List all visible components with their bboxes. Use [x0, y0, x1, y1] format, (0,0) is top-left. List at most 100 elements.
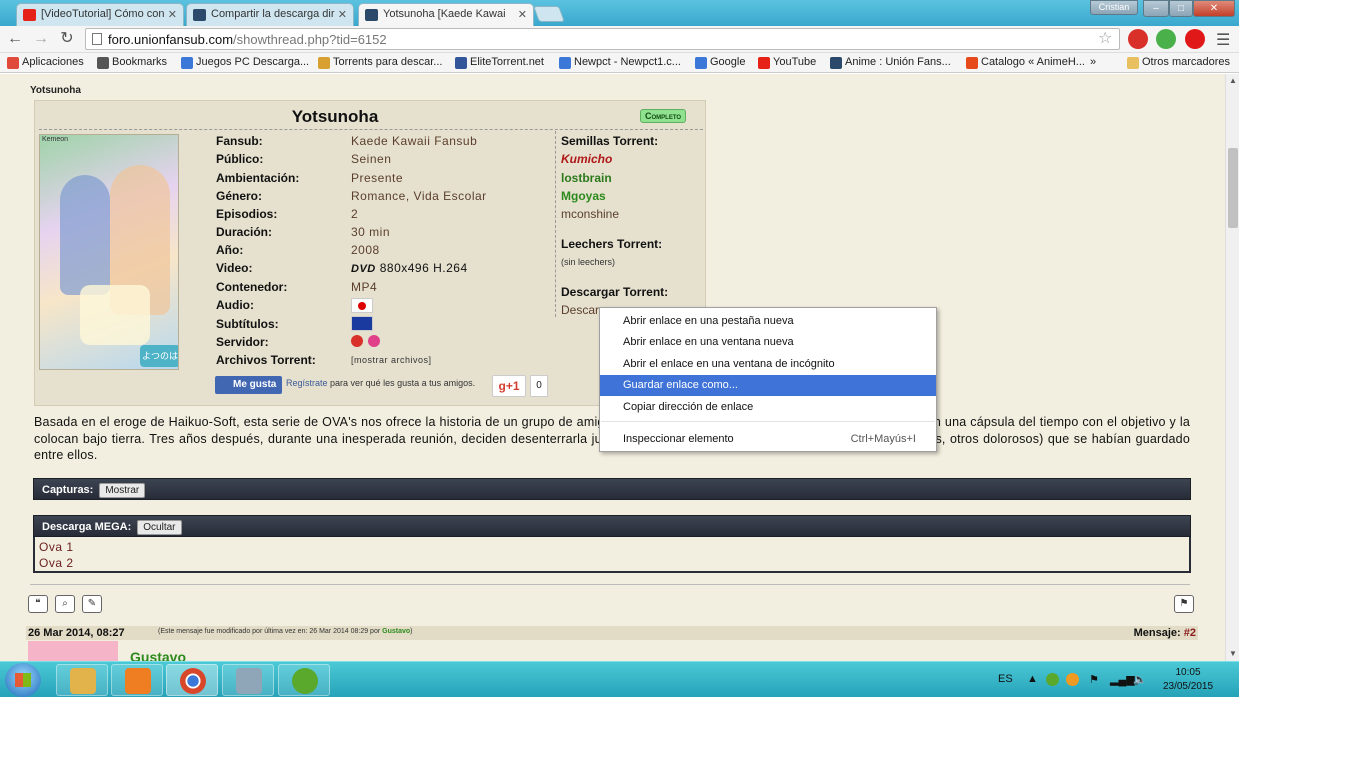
volume-icon[interactable]: 🔈: [1133, 673, 1147, 686]
bookmarks-overflow-button[interactable]: »: [1090, 56, 1096, 68]
show-files-link[interactable]: [mostrar archivos]: [351, 355, 432, 365]
post-username[interactable]: Gustavo: [130, 649, 186, 661]
taskbar-media-player[interactable]: [111, 664, 163, 696]
mega-link-ova1[interactable]: Ova 1: [39, 539, 1185, 555]
bookmark-label: Newpct - Newpct1.c...: [574, 56, 681, 68]
scrollbar-thumb[interactable]: [1228, 148, 1238, 228]
tab-compartir[interactable]: Compartir la descarga dir ✕: [186, 3, 354, 26]
field-fansub-label: Fansub:: [216, 134, 263, 148]
seeder-user[interactable]: Mgoyas: [561, 189, 606, 203]
close-tab-icon[interactable]: ✕: [338, 8, 347, 21]
back-arrow-icon[interactable]: ←: [6, 30, 24, 48]
field-fansub-value[interactable]: Kaede Kawaii Fansub: [351, 134, 477, 148]
tab-yotsunoha[interactable]: Yotsunoha [Kaede Kawai ✕: [358, 3, 534, 26]
seeder-user[interactable]: Kumicho: [561, 152, 612, 166]
bookmark-label: Anime : Unión Fans...: [845, 56, 951, 68]
reload-icon[interactable]: ↻: [58, 30, 76, 48]
action-center-icon[interactable]: ⚑: [1089, 673, 1099, 686]
download-torrent-link[interactable]: Descar: [561, 303, 599, 317]
scroll-down-arrow-icon[interactable]: ▼: [1229, 649, 1237, 658]
bookmark-label: Otros marcadores: [1142, 56, 1231, 68]
bookmark-bookmarks[interactable]: Bookmarks: [97, 56, 167, 69]
seeder-user[interactable]: mconshine: [561, 207, 619, 221]
close-window-button[interactable]: ✕: [1193, 0, 1235, 17]
status-badge: Completo: [640, 109, 687, 123]
search-icon[interactable]: ⌕: [55, 595, 75, 613]
mega-server-icon[interactable]: [351, 335, 363, 347]
hide-mega-button[interactable]: Ocultar: [137, 520, 182, 535]
bookmark-newpct[interactable]: Newpct - Newpct1.c...: [559, 56, 681, 69]
ctx-open-incognito[interactable]: Abrir el enlace en una ventana de incógn…: [600, 354, 936, 375]
other-bookmarks[interactable]: Otros marcadores: [1127, 56, 1231, 69]
field-duracion-value: 30 min: [351, 225, 391, 239]
bookmark-label: Torrents para descar...: [333, 56, 443, 68]
bookmark-elitetorrent[interactable]: EliteTorrent.net: [455, 56, 544, 69]
google-icon: [695, 57, 707, 69]
bookmark-aplicaciones[interactable]: Aplicaciones: [7, 56, 84, 69]
ctx-open-new-window[interactable]: Abrir enlace en una ventana nueva: [600, 332, 936, 353]
taskbar-file-explorer[interactable]: [56, 664, 108, 696]
avatar[interactable]: [28, 641, 118, 661]
bookmark-google[interactable]: Google: [695, 56, 745, 69]
bookmark-animeh[interactable]: Catalogo « AnimeH...: [966, 56, 1085, 69]
cover-logo: よつのは: [140, 345, 178, 367]
close-tab-icon[interactable]: ✕: [518, 8, 527, 21]
profile-button[interactable]: Cristian: [1090, 0, 1138, 15]
poster-name[interactable]: Yotsunoha: [30, 85, 81, 96]
close-tab-icon[interactable]: ✕: [168, 8, 177, 21]
network-signal-icon[interactable]: ▂▄▆: [1110, 673, 1135, 686]
elitetorrent-icon: [455, 57, 467, 69]
report-icon[interactable]: ✎: [82, 595, 102, 613]
quote-icon[interactable]: ❝: [28, 595, 48, 613]
hamburger-menu-icon[interactable]: ☰: [1216, 30, 1230, 50]
scroll-up-arrow-icon[interactable]: ▲: [1229, 76, 1237, 85]
bookmark-juegos[interactable]: Juegos PC Descarga...: [181, 56, 309, 69]
ctx-open-new-tab[interactable]: Abrir enlace en una pestaña nueva: [600, 311, 936, 332]
field-audio-label: Audio:: [216, 298, 254, 312]
new-tab-button[interactable]: [533, 6, 565, 22]
start-button-icon[interactable]: [5, 663, 41, 697]
forward-arrow-icon[interactable]: →: [32, 30, 50, 48]
taskbar-chrome[interactable]: [166, 664, 218, 696]
language-indicator[interactable]: ES: [998, 673, 1013, 685]
minimize-button[interactable]: ‒: [1143, 0, 1169, 17]
address-bar[interactable]: foro.unionfansub.com/showthread.php?tid=…: [85, 28, 1120, 50]
mega-link-ova2[interactable]: Ova 2: [39, 555, 1185, 571]
google-plus-button[interactable]: g+1: [492, 375, 526, 397]
post-number-link[interactable]: #2: [1184, 627, 1196, 639]
unionfansub-favicon-icon: [193, 9, 206, 21]
avast-tray-icon[interactable]: [1066, 673, 1079, 686]
torrent-server-icon[interactable]: [368, 335, 380, 347]
ctx-save-link-as[interactable]: Guardar enlace como...: [600, 375, 936, 396]
show-captures-button[interactable]: Mostrar: [99, 483, 146, 498]
taskbar-calculator[interactable]: [222, 664, 274, 696]
adblock-extension-icon[interactable]: [1128, 29, 1148, 49]
bookmark-unionfansub[interactable]: Anime : Unión Fans...: [830, 56, 951, 69]
field-episodios-label: Episodios:: [216, 207, 278, 221]
taskbar-utorrent[interactable]: [278, 664, 330, 696]
anime-title: Yotsunoha: [291, 107, 379, 126]
vertical-scrollbar[interactable]: ▲ ▼: [1225, 74, 1239, 661]
show-hidden-icons-icon[interactable]: ▲: [1027, 673, 1038, 685]
field-publico-label: Público:: [216, 152, 264, 166]
maximize-button[interactable]: □: [1169, 0, 1193, 17]
column-divider: [555, 131, 556, 317]
bookmark-torrents[interactable]: Torrents para descar...: [318, 56, 443, 69]
seeder-user[interactable]: lostbrain: [561, 171, 612, 185]
context-menu: Abrir enlace en una pestaña nueva Abrir …: [599, 307, 937, 452]
field-episodios-value: 2: [351, 207, 359, 221]
captures-panel-header: Capturas: Mostrar: [33, 478, 1191, 500]
tab-videotutorial[interactable]: [VideoTutorial] Cómo con ✕: [16, 3, 184, 26]
bookmark-youtube[interactable]: YouTube: [758, 56, 816, 69]
edit-note-user[interactable]: Gustavo: [382, 628, 410, 635]
ctx-copy-link-address[interactable]: Copiar dirección de enlace: [600, 397, 936, 418]
facebook-like-button[interactable]: Me gusta: [215, 376, 282, 394]
tomato-extension-icon[interactable]: [1185, 29, 1205, 49]
utorrent-tray-icon[interactable]: [1046, 673, 1059, 686]
ctx-inspect-element[interactable]: Inspeccionar elemento Ctrl+Mayús+I: [600, 429, 936, 450]
facebook-register-link[interactable]: Regístrate: [286, 378, 328, 388]
grammarly-extension-icon[interactable]: [1156, 29, 1176, 49]
star-icon[interactable]: ☆: [1098, 28, 1112, 48]
system-clock[interactable]: 10:05 23/05/2015: [1158, 666, 1218, 694]
edit-post-icon[interactable]: ⚑: [1174, 595, 1194, 613]
